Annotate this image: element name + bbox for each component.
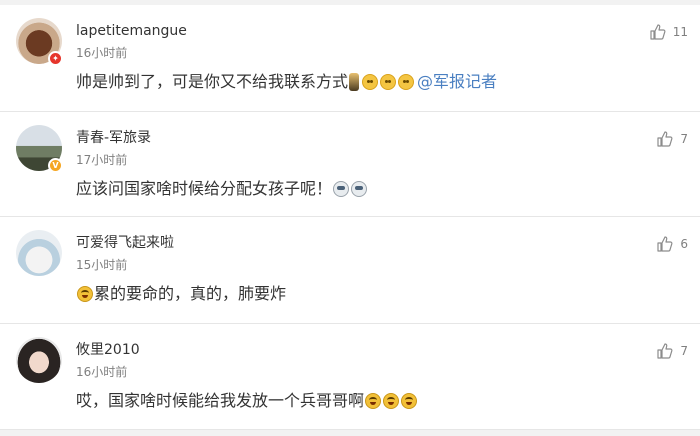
mention-link[interactable]: @军报记者	[417, 71, 497, 93]
cry-emoji-icon	[333, 181, 350, 197]
comment-body: 累的要命的，真的，肺要炸	[94, 284, 287, 303]
like-button[interactable]: 6	[656, 235, 688, 253]
timestamp: 17小时前	[76, 153, 128, 167]
timestamp: 16小时前	[76, 46, 128, 60]
smile-emoji-icon	[380, 74, 397, 90]
like-count: 7	[680, 344, 688, 358]
comment-text: 累的要命的，真的，肺要炸	[76, 283, 286, 305]
laugh-cry-emoji-icon	[365, 393, 382, 409]
comment-item: 攸里2010 16小时前 哎，国家啥时候能给我发放一个兵哥哥啊 7	[0, 324, 700, 430]
figure-icon	[349, 73, 360, 91]
verified-badge-icon: ✦	[48, 51, 63, 66]
laugh-cry-emoji-icon	[401, 393, 418, 409]
comment-item: V 青春-军旅录 17小时前 应该问国家啥时候给分配女孩子呢！ 7	[0, 112, 700, 217]
thumbs-up-icon	[650, 24, 666, 40]
like-count: 6	[680, 237, 688, 251]
username[interactable]: 可爱得飞起来啦	[76, 234, 174, 252]
comment-text: 哎，国家啥时候能给我发放一个兵哥哥啊	[76, 390, 418, 412]
comment-item: ✦ lapetitemangue 16小时前 帅是帅到了，可是你又不给我联系方式…	[0, 5, 700, 112]
thumbs-up-icon	[657, 343, 673, 359]
username[interactable]: lapetitemangue	[76, 22, 187, 40]
comment-text: 应该问国家啥时候给分配女孩子呢！	[76, 178, 368, 200]
like-count: 11	[672, 25, 688, 39]
like-button[interactable]: 11	[649, 23, 688, 41]
comment-item: 可爱得飞起来啦 15小时前 累的要命的，真的，肺要炸 6	[0, 217, 700, 324]
cry-emoji-icon	[351, 181, 368, 197]
timestamp: 15小时前	[76, 258, 128, 272]
laugh-cry-emoji-icon	[383, 393, 400, 409]
username[interactable]: 青春-军旅录	[76, 129, 151, 147]
smile-emoji-icon	[398, 74, 415, 90]
thumbs-up-icon	[657, 131, 673, 147]
smile-emoji-icon	[362, 74, 379, 90]
bottom-divider	[0, 430, 700, 436]
comment-body: 哎，国家啥时候能给我发放一个兵哥哥啊	[76, 391, 365, 410]
username[interactable]: 攸里2010	[76, 341, 140, 359]
like-count: 7	[680, 132, 688, 146]
thumbs-up-icon	[657, 236, 673, 252]
laugh-cry-emoji-icon	[77, 286, 93, 302]
verified-badge-icon: V	[48, 158, 63, 173]
avatar[interactable]	[16, 230, 62, 276]
avatar[interactable]	[16, 337, 62, 383]
timestamp: 16小时前	[76, 365, 128, 379]
like-button[interactable]: 7	[656, 342, 688, 360]
comment-body: 帅是帅到了，可是你又不给我联系方式	[76, 72, 349, 91]
comment-body: 应该问国家啥时候给分配女孩子呢！	[76, 179, 333, 198]
comment-text: 帅是帅到了，可是你又不给我联系方式 @军报记者	[76, 71, 497, 93]
like-button[interactable]: 7	[656, 130, 688, 148]
